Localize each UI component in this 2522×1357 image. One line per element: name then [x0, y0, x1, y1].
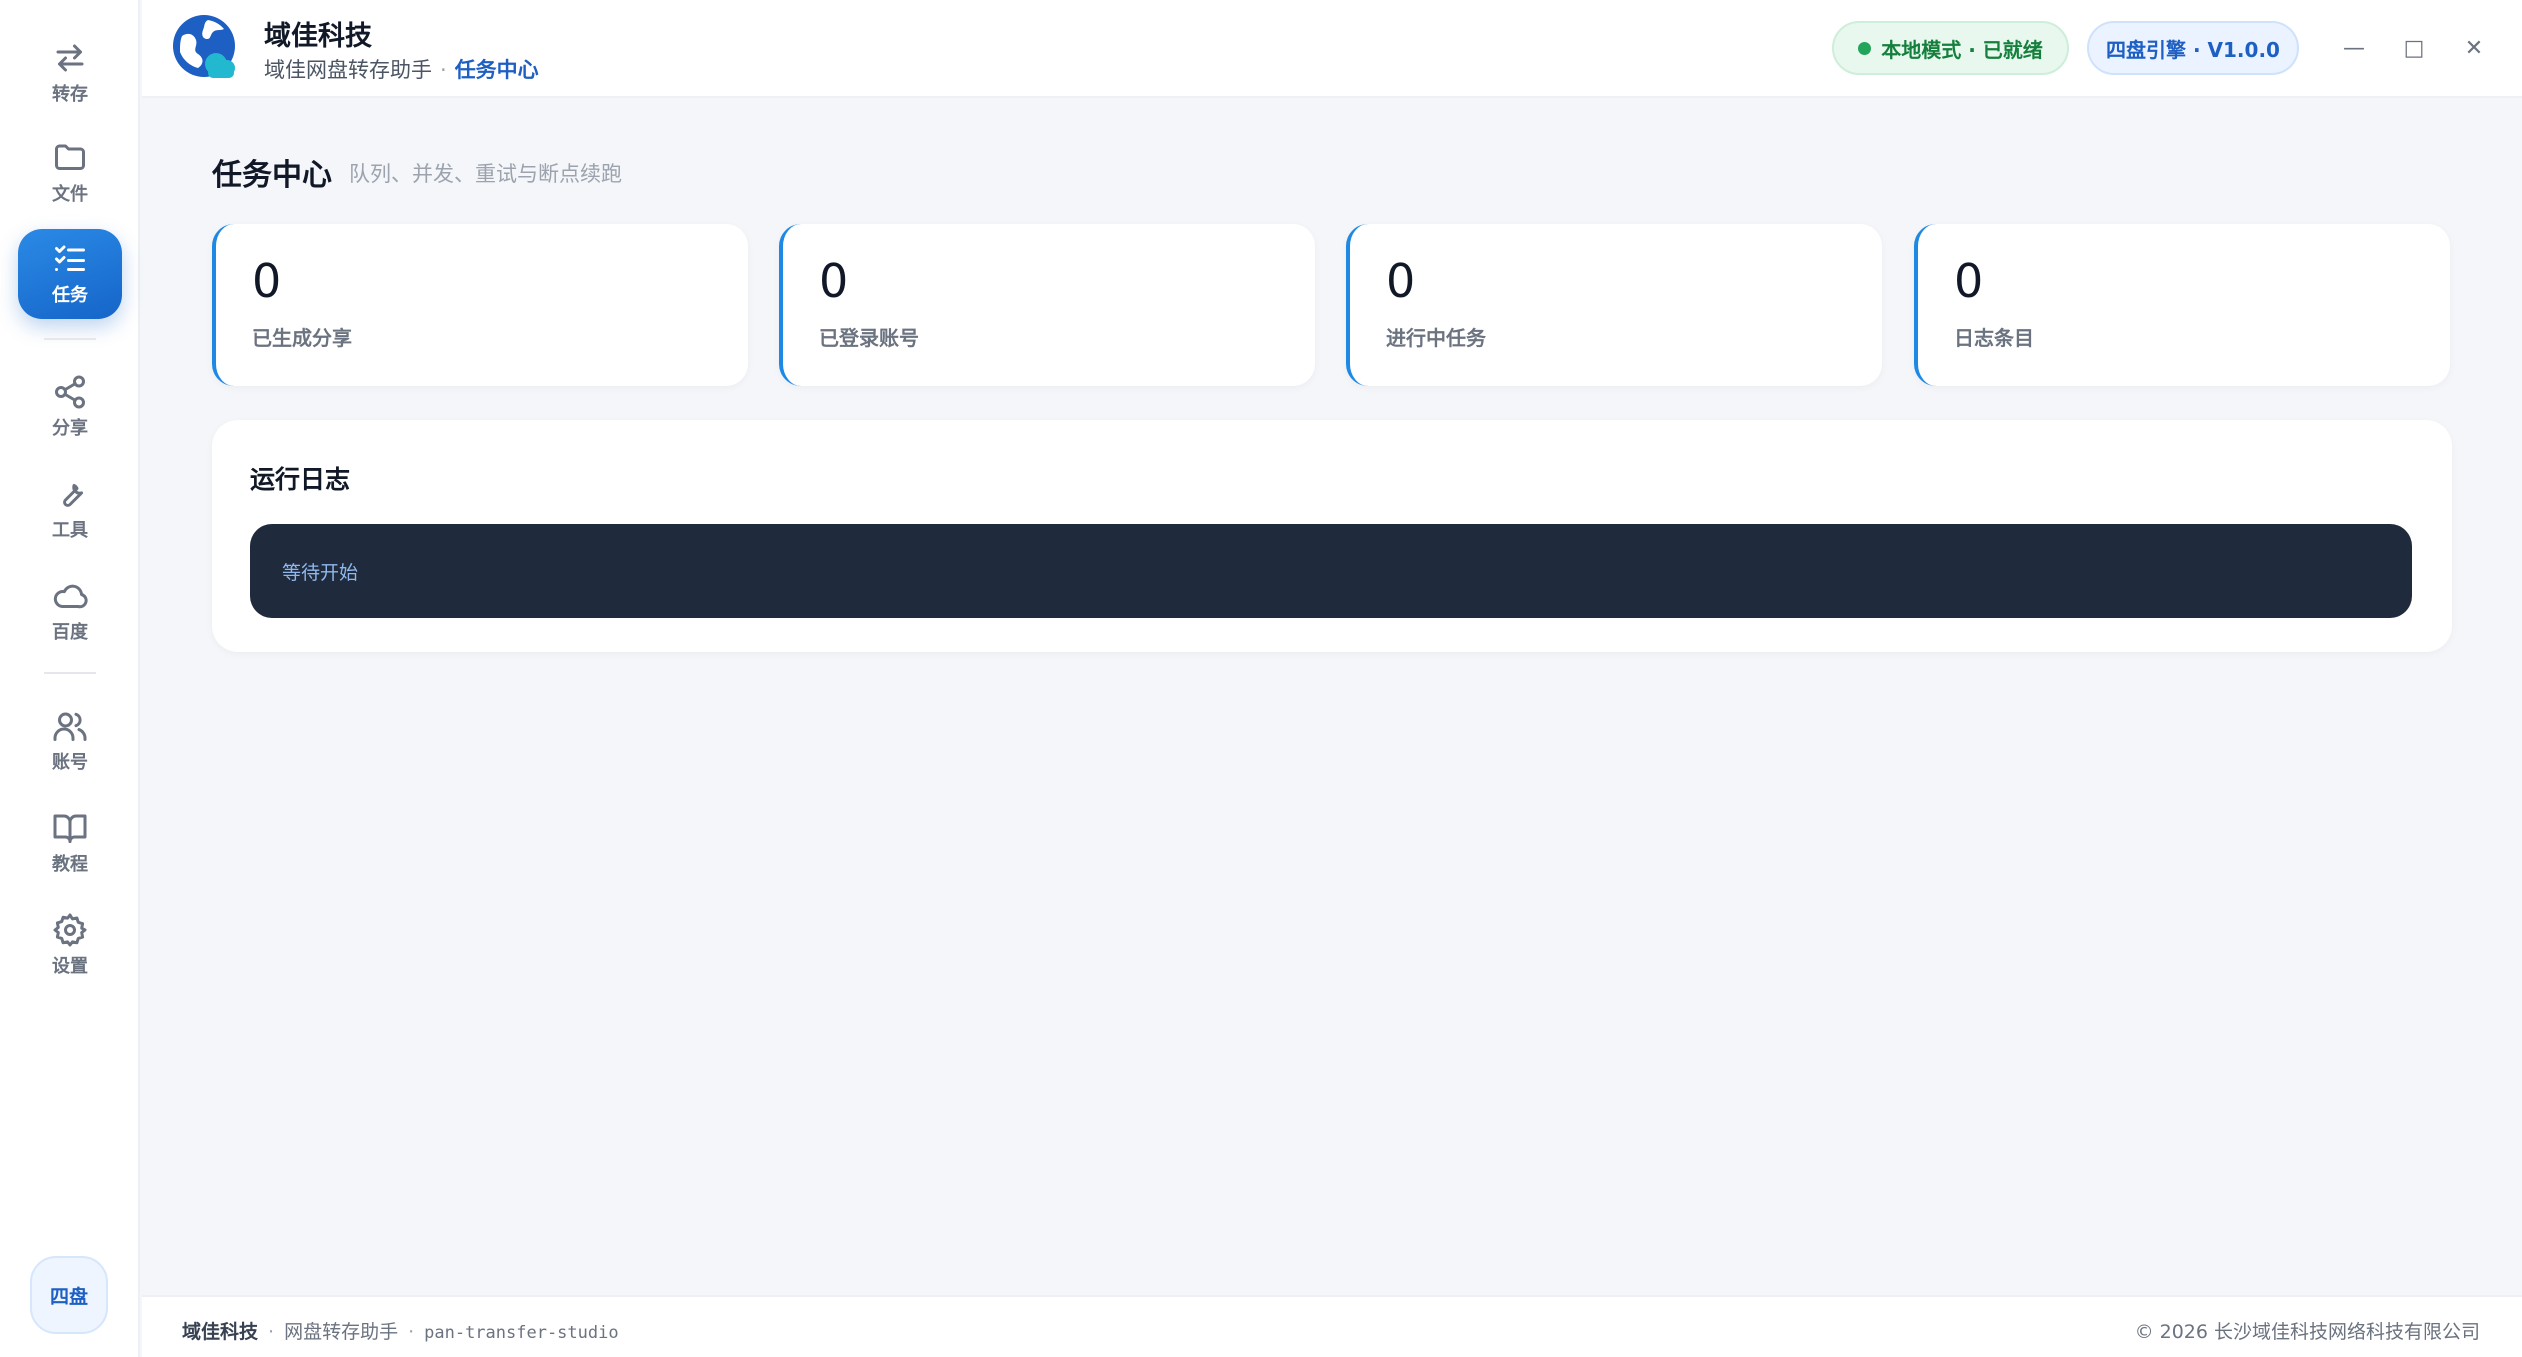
sidebar-item-settings[interactable]: 设置 — [18, 900, 122, 990]
maximize-button[interactable]: □ — [2392, 26, 2436, 70]
app-logo-icon — [173, 15, 235, 78]
sidebar-item-accounts[interactable]: 账号 — [18, 696, 122, 786]
status-dot-icon — [1858, 41, 1872, 55]
page-subtitle: 队列、并发、重试与断点续跑 — [349, 162, 622, 186]
task-checklist-icon — [55, 245, 85, 271]
book-icon — [53, 814, 87, 843]
sidebar-item-label: 分享 — [52, 418, 88, 439]
engine-chip[interactable]: 四盘 — [30, 1256, 108, 1334]
sidebar-item-label: 百度 — [52, 622, 88, 643]
footer-product: 网盘转存助手 — [284, 1321, 399, 1343]
folder-icon — [55, 144, 85, 170]
footer-brand: 域佳科技 — [182, 1321, 259, 1343]
stat-card-shares: 0 已生成分享 — [212, 224, 748, 386]
sidebar-item-tools[interactable]: 工具 — [18, 464, 122, 554]
stat-card-accounts: 0 已登录账号 — [779, 224, 1315, 386]
stat-value: 0 — [819, 254, 849, 308]
transfer-arrows-icon — [56, 44, 84, 72]
status-badge: 本地模式 · 已就绪 — [1832, 21, 2069, 75]
sidebar-item-tutorial[interactable]: 教程 — [18, 798, 122, 888]
minimize-button[interactable]: — — [2332, 26, 2376, 70]
footer-copyright: © 2026 长沙域佳科技网络科技有限公司 — [2134, 1321, 2480, 1343]
gear-icon — [53, 913, 87, 947]
users-icon — [53, 712, 87, 741]
share-icon — [55, 375, 85, 409]
stat-value: 0 — [1386, 254, 1416, 308]
footer-separator: · — [408, 1321, 415, 1343]
stat-label: 已生成分享 — [252, 326, 352, 350]
sidebar-item-label: 工具 — [52, 520, 88, 541]
app-footer: 域佳科技 · 网盘转存助手 · pan-transfer-studio © 2026 长… — [142, 1295, 2522, 1357]
close-icon: ✕ — [2464, 35, 2484, 61]
log-console[interactable]: 等待开始 — [250, 524, 2412, 618]
sidebar-item-label: 转存 — [52, 84, 88, 105]
sidebar-item-label: 教程 — [52, 854, 88, 875]
sidebar-item-tasks[interactable]: 任务 — [18, 229, 122, 319]
stat-label: 已登录账号 — [819, 326, 919, 350]
close-button[interactable]: ✕ — [2452, 26, 2496, 70]
sidebar-item-baidu[interactable]: 百度 — [18, 566, 122, 656]
stat-card-log-entries: 0 日志条目 — [1914, 224, 2450, 386]
breadcrumb: 域佳网盘转存助手 · 任务中心 — [264, 54, 539, 84]
app-name: 域佳网盘转存助手 — [264, 58, 432, 82]
sidebar-item-files[interactable]: 文件 — [18, 128, 122, 218]
sidebar-item-transfer[interactable]: 转存 — [18, 28, 122, 118]
sidebar-item-label: 任务 — [52, 285, 88, 306]
sidebar-divider — [44, 672, 96, 674]
page-title: 任务中心 — [212, 158, 332, 193]
footer-code-name: pan-transfer-studio — [424, 1323, 619, 1343]
footer-info: 域佳科技 · 网盘转存助手 · pan-transfer-studio — [182, 1317, 619, 1344]
version-badge: 四盘引擎 · V1.0.0 — [2087, 21, 2299, 75]
cloud-icon — [53, 584, 88, 609]
breadcrumb-separator: · — [440, 58, 447, 82]
sidebar-item-label: 设置 — [52, 956, 88, 977]
sidebar: 转存 文件 任务 分享 工具 百度 账号 教程 设置 四盘 — [0, 0, 140, 1357]
sidebar-item-label: 文件 — [52, 184, 88, 205]
stat-label: 日志条目 — [1954, 326, 2034, 350]
sidebar-divider — [44, 338, 96, 340]
wrench-icon — [63, 483, 84, 507]
sidebar-item-share[interactable]: 分享 — [18, 362, 122, 452]
status-text: 本地模式 · 已就绪 — [1881, 37, 2043, 62]
maximize-icon: □ — [2403, 35, 2425, 61]
footer-separator: · — [268, 1321, 275, 1343]
app-header: 域佳科技 域佳网盘转存助手 · 任务中心 本地模式 · 已就绪 四盘引擎 · V1.… — [142, 0, 2522, 98]
stat-card-running-tasks: 0 进行中任务 — [1346, 224, 1882, 386]
brand-title: 域佳科技 — [264, 21, 372, 52]
breadcrumb-current[interactable]: 任务中心 — [455, 58, 539, 82]
stat-label: 进行中任务 — [1386, 326, 1486, 350]
run-log-title: 运行日志 — [250, 465, 351, 494]
minimize-icon: — — [2343, 35, 2365, 61]
stat-value: 0 — [1954, 254, 1984, 308]
run-log-panel: 运行日志 等待开始 — [212, 420, 2452, 652]
sidebar-item-label: 账号 — [52, 752, 88, 773]
log-line: 等待开始 — [282, 562, 359, 584]
stat-value: 0 — [252, 254, 282, 308]
